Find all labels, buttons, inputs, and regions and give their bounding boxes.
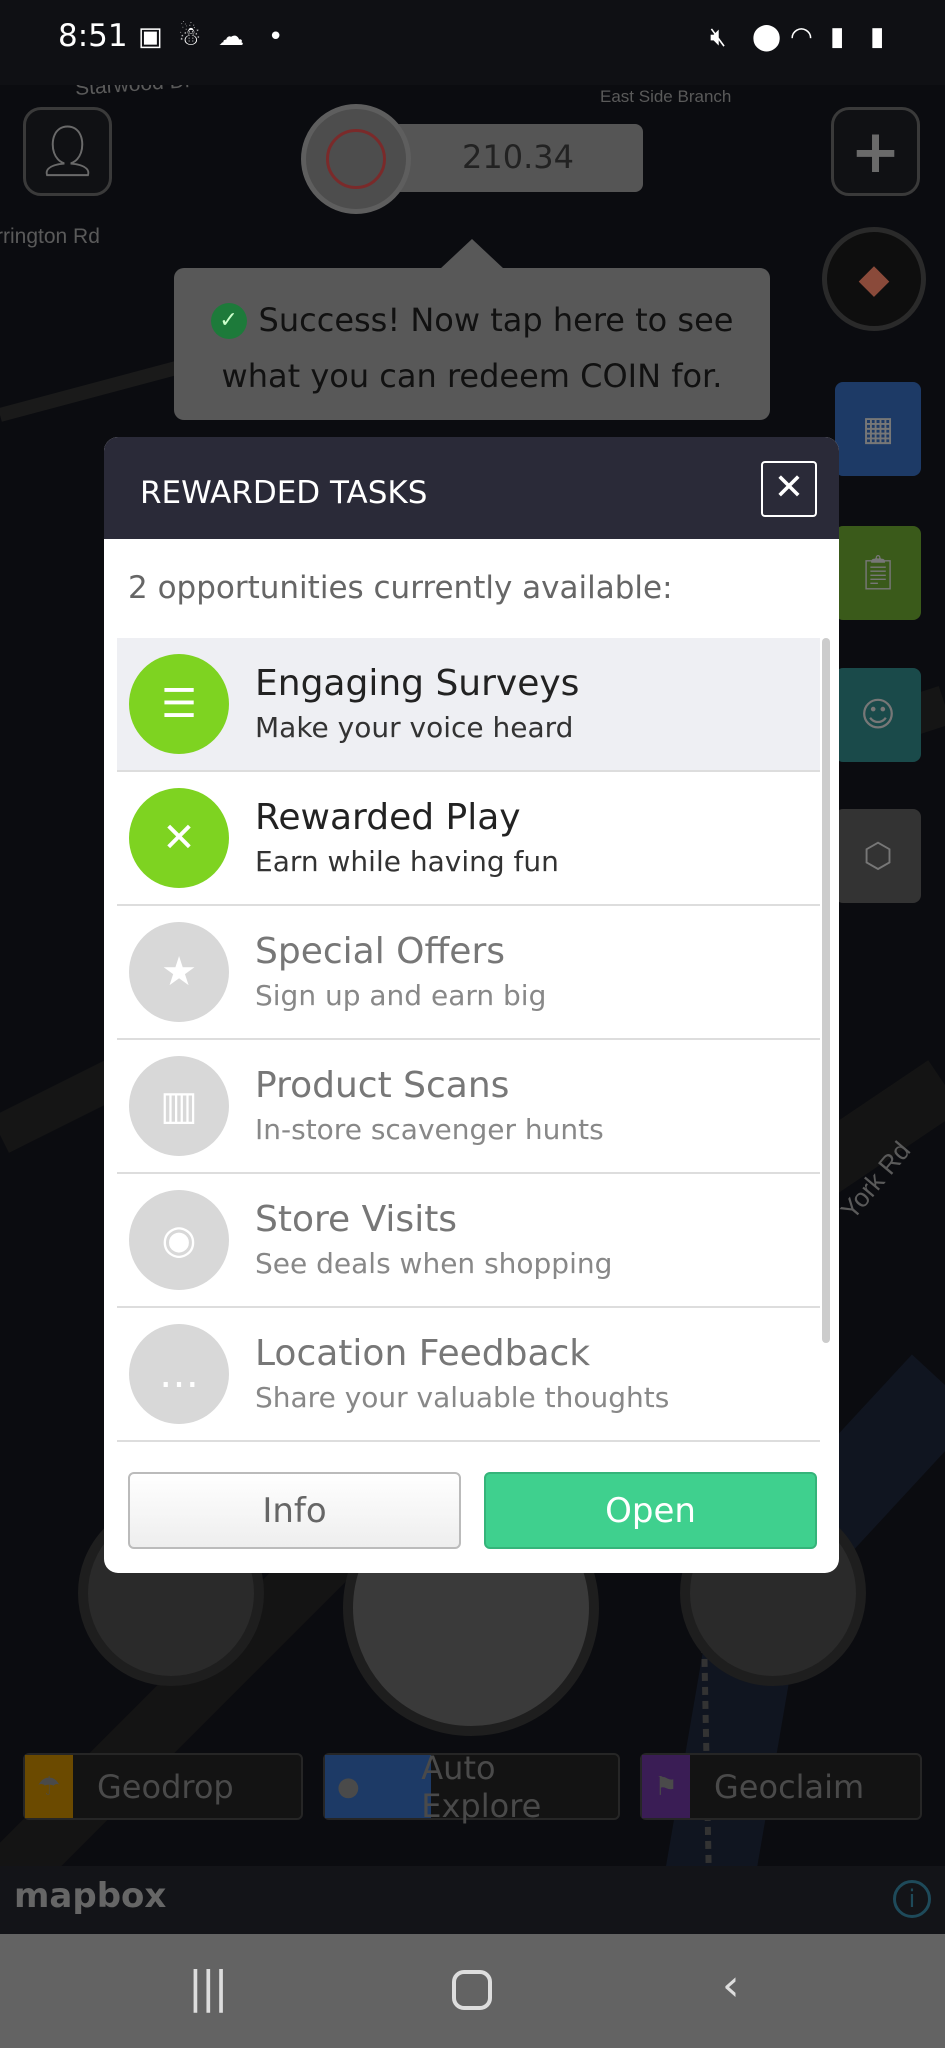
back-button[interactable]: ‹ <box>722 1960 740 2011</box>
navigation-bar: ||| ‹ <box>0 1934 945 2048</box>
task-title: Engaging Surveys <box>255 663 580 704</box>
task-subtitle: In-store scavenger hunts <box>255 1113 604 1146</box>
compass-button[interactable]: ◆ <box>822 227 926 331</box>
cloud-icon: ☁ <box>218 22 244 52</box>
task-title: Rewarded Play <box>255 797 521 838</box>
parachute-icon: ☂ <box>25 1755 73 1818</box>
barcode-icon: ▥ <box>129 1056 229 1156</box>
redeem-tooltip[interactable]: ✓ Success! Now tap here to see what you c… <box>174 268 770 420</box>
explore-icon: ● <box>325 1755 432 1818</box>
flag-icon: ⚑ <box>642 1755 690 1818</box>
close-button[interactable]: ✕ <box>761 461 817 517</box>
home-button[interactable] <box>452 1970 492 2010</box>
map-pin-icon: ◉ <box>129 1190 229 1290</box>
coin-balance[interactable]: 210.34 <box>392 124 643 192</box>
coin-balance-value: 210.34 <box>462 138 574 176</box>
d20-icon: ⬡ <box>863 836 893 876</box>
scrollbar[interactable] <box>822 638 830 1343</box>
mute-icon: 🔇︎ <box>710 22 727 52</box>
task-item[interactable]: ✕ Rewarded Play Earn while having fun <box>117 772 820 906</box>
task-title: Product Scans <box>255 1065 510 1106</box>
wifi-icon: ◠ <box>790 22 813 52</box>
open-button[interactable]: Open <box>484 1472 817 1549</box>
star-badge-icon: ★ <box>129 922 229 1022</box>
auto-explore-button[interactable]: ● Auto Explore <box>323 1749 620 1825</box>
clipboard-list-icon: ☰ <box>129 654 229 754</box>
status-bar: 8:51 ▣ ☃ ☁ • 🔇︎ ⬤ ◠ ▮ ▮ <box>0 0 945 85</box>
robot-button[interactable]: ☺ <box>835 668 921 762</box>
task-subtitle: Make your voice heard <box>255 711 574 744</box>
robot-icon: ☺ <box>860 695 896 735</box>
battery-icon: ▮ <box>870 22 885 52</box>
grid-icon: ▦ <box>861 409 895 449</box>
dot-icon: • <box>268 22 284 52</box>
task-item[interactable]: ▥ Product Scans In-store scavenger hunts <box>117 1040 820 1174</box>
clock: 8:51 <box>58 18 128 54</box>
user-icon: 👤︎ <box>35 122 100 180</box>
task-item[interactable]: ☰ Engaging Surveys Make your voice heard <box>117 638 820 772</box>
task-subtitle: Sign up and earn big <box>255 979 547 1012</box>
signal-icon: ▮ <box>830 22 845 52</box>
profile-button[interactable]: 👤︎ <box>23 107 112 196</box>
compass-icon: ◆ <box>858 256 890 302</box>
close-icon: ✕ <box>773 467 805 508</box>
task-item[interactable]: ★ Special Offers Sign up and earn big <box>117 906 820 1040</box>
check-circle-icon: ✓ <box>210 303 247 339</box>
plus-icon: + <box>850 116 901 187</box>
task-title: Special Offers <box>255 931 505 972</box>
tasks-button[interactable]: 📋︎ <box>835 526 921 620</box>
add-button[interactable]: + <box>831 107 920 196</box>
info-icon[interactable]: i <box>893 1880 931 1918</box>
clipboard-check-icon: 📋︎ <box>856 553 900 593</box>
task-item[interactable]: ◉ Store Visits See deals when shopping <box>117 1174 820 1308</box>
auto-explore-label: Auto Explore <box>421 1748 542 1825</box>
rewarded-tasks-dialog: REWARDED TASKS ✕ 2 opportunities current… <box>104 437 839 1573</box>
geodrop-button[interactable]: ☂ Geodrop <box>23 1753 303 1820</box>
dice-button[interactable]: ⬡ <box>835 809 921 903</box>
task-title: Location Feedback <box>255 1333 591 1374</box>
recent-apps-button[interactable]: ||| <box>188 1962 229 2013</box>
task-subtitle: See deals when shopping <box>255 1247 613 1280</box>
tooltip-arrow <box>440 239 504 269</box>
mapbox-logo: mapbox <box>14 1876 167 1916</box>
map-label: rrington Rd <box>0 225 100 248</box>
chat-bubble-icon: … <box>129 1324 229 1424</box>
coin-icon <box>301 104 411 214</box>
treasure-map-icon: ✕ <box>129 788 229 888</box>
task-subtitle: Share your valuable thoughts <box>255 1381 670 1414</box>
snapchat-icon: ☃ <box>178 22 202 52</box>
task-list: ☰ Engaging Surveys Make your voice heard… <box>117 638 820 1449</box>
geodrop-label: Geodrop <box>97 1767 234 1806</box>
grid-menu-button[interactable]: ▦ <box>835 382 921 476</box>
task-item[interactable]: … Location Feedback Share your valuable … <box>117 1308 820 1442</box>
info-button[interactable]: Info <box>128 1472 461 1549</box>
gallery-icon: ▣ <box>138 22 163 52</box>
dialog-title: REWARDED TASKS <box>140 475 428 511</box>
dialog-header: REWARDED TASKS ✕ <box>104 437 839 539</box>
task-subtitle: Earn while having fun <box>255 845 559 878</box>
geoclaim-label: Geoclaim <box>714 1767 865 1806</box>
geoclaim-button[interactable]: ⚑ Geoclaim <box>640 1753 922 1820</box>
tooltip-text: Success! Now tap here to see what you ca… <box>221 301 734 395</box>
map-attribution-bar: mapbox i <box>0 1866 945 1934</box>
location-icon: ⬤ <box>752 22 782 52</box>
map-label: East Side Branch <box>600 87 732 106</box>
dialog-subtitle: 2 opportunities currently available: <box>128 570 673 606</box>
task-title: Store Visits <box>255 1199 458 1240</box>
